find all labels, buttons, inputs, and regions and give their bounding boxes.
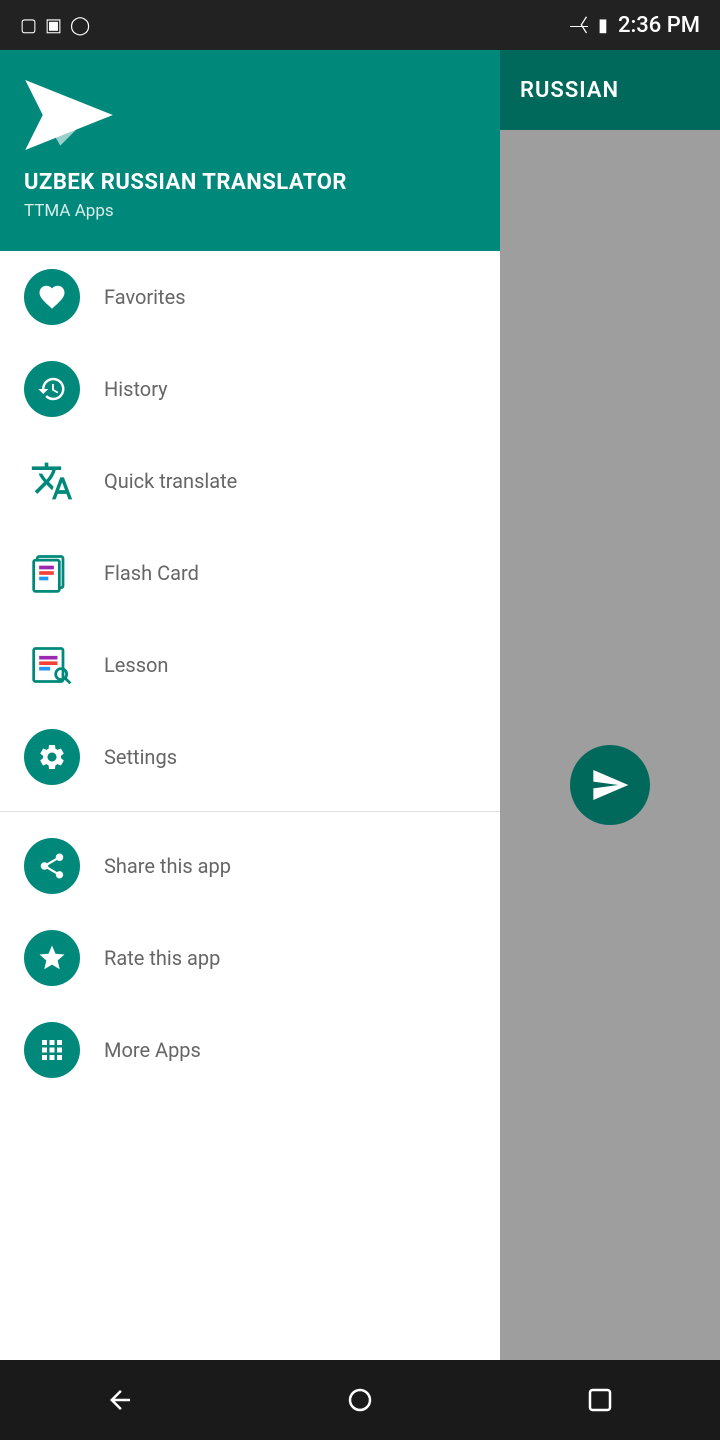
status-time: 2:36 PM <box>618 13 700 38</box>
main-layout: UZBEK RUSSIAN TRANSLATOR TTMA Apps Favor… <box>0 0 720 1440</box>
clock-icon <box>37 374 67 404</box>
flash-card-label: Flash Card <box>104 561 199 585</box>
drawer-header: UZBEK RUSSIAN TRANSLATOR TTMA Apps <box>0 50 500 251</box>
image-icon: ▣ <box>45 15 62 36</box>
status-bar: ▢ ▣ ◯ 〈 ▮ 2:36 PM <box>0 0 720 50</box>
back-icon <box>105 1385 135 1415</box>
right-content <box>500 130 720 1440</box>
signal-off-icon: 〈 <box>570 12 588 38</box>
drawer-menu: Favorites History Quick translate <box>0 251 500 1440</box>
rate-label: Rate this app <box>104 946 220 970</box>
translate-icon <box>30 459 74 503</box>
right-header-title: RUSSIAN <box>520 78 619 103</box>
menu-item-history[interactable]: History <box>0 343 500 435</box>
menu-item-more-apps[interactable]: More Apps <box>0 1004 500 1096</box>
drawer: UZBEK RUSSIAN TRANSLATOR TTMA Apps Favor… <box>0 50 500 1440</box>
menu-item-flash-card[interactable]: Flash Card <box>0 527 500 619</box>
spinner-icon: ◯ <box>70 15 90 36</box>
lesson-label: Lesson <box>104 653 168 677</box>
history-icon-bg <box>24 361 80 417</box>
favorites-label: Favorites <box>104 285 186 309</box>
menu-item-lesson[interactable]: Lesson <box>0 619 500 711</box>
status-bar-left: ▢ ▣ ◯ <box>20 15 570 36</box>
recent-button[interactable] <box>570 1370 630 1430</box>
grid-icon <box>37 1035 67 1065</box>
more-apps-label: More Apps <box>104 1038 201 1062</box>
quick-translate-label: Quick translate <box>104 469 237 493</box>
bottom-nav <box>0 1360 720 1440</box>
menu-item-quick-translate[interactable]: Quick translate <box>0 435 500 527</box>
gear-icon <box>37 742 67 772</box>
right-header: RUSSIAN <box>500 50 720 130</box>
menu-item-settings[interactable]: Settings <box>0 711 500 803</box>
menu-item-favorites[interactable]: Favorites <box>0 251 500 343</box>
history-label: History <box>104 377 168 401</box>
lesson-icon-container <box>24 637 80 693</box>
share-icon-bg <box>24 838 80 894</box>
right-panel: RUSSIAN <box>500 50 720 1440</box>
share-label: Share this app <box>104 854 231 878</box>
send-icon <box>590 765 630 805</box>
battery-icon: ▮ <box>598 15 608 36</box>
settings-label: Settings <box>104 745 177 769</box>
lesson-icon <box>30 643 74 687</box>
recent-icon <box>585 1385 615 1415</box>
share-icon <box>37 851 67 881</box>
notification-icon: ▢ <box>20 15 37 36</box>
menu-item-share[interactable]: Share this app <box>0 820 500 912</box>
home-button[interactable] <box>330 1370 390 1430</box>
menu-item-rate[interactable]: Rate this app <box>0 912 500 1004</box>
rate-icon-bg <box>24 930 80 986</box>
more-apps-icon-bg <box>24 1022 80 1078</box>
logo-icon <box>24 80 114 150</box>
star-icon <box>37 943 67 973</box>
quick-translate-icon-container <box>24 453 80 509</box>
flash-card-icon <box>30 551 74 595</box>
flash-card-icon-container <box>24 545 80 601</box>
translate-button[interactable] <box>570 745 650 825</box>
app-logo <box>24 80 476 154</box>
status-bar-right: 〈 ▮ 2:36 PM <box>570 12 700 38</box>
settings-icon-bg <box>24 729 80 785</box>
app-sub: TTMA Apps <box>24 201 476 221</box>
back-button[interactable] <box>90 1370 150 1430</box>
app-name: UZBEK RUSSIAN TRANSLATOR <box>24 170 476 195</box>
divider <box>0 811 500 812</box>
favorites-icon-bg <box>24 269 80 325</box>
home-icon <box>345 1385 375 1415</box>
heart-icon <box>37 282 67 312</box>
